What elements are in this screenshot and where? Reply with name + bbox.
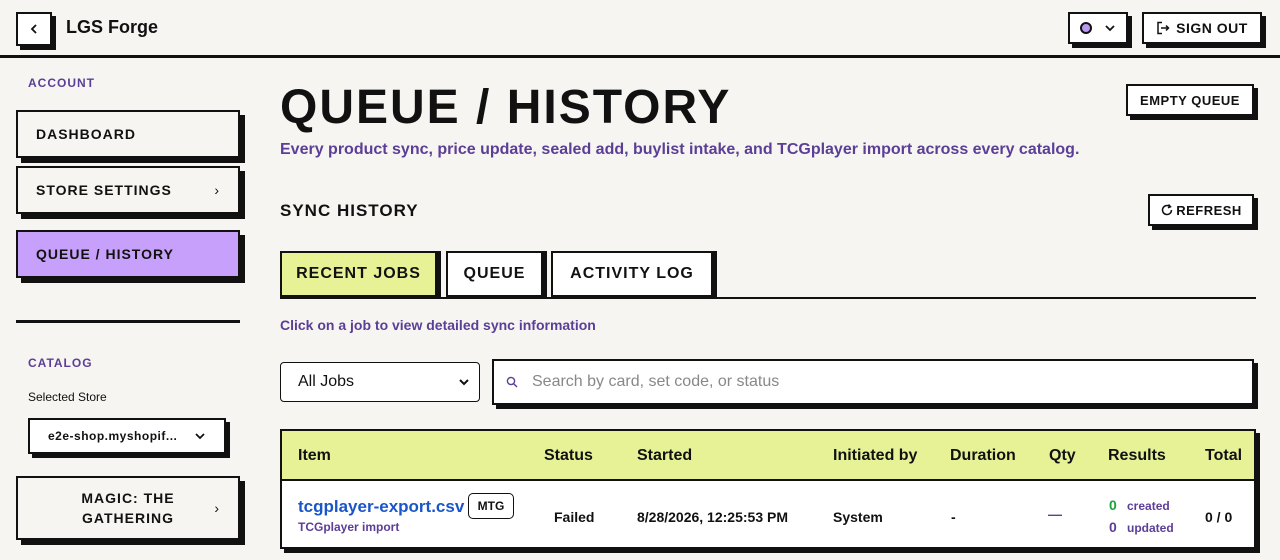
chevron-down-icon — [459, 379, 469, 386]
job-qty: — — [1048, 506, 1062, 522]
page-subtitle: Every product sync, price update, sealed… — [280, 141, 1080, 158]
job-type-label: TCGplayer import — [298, 520, 400, 534]
empty-queue-button[interactable]: EMPTY QUEUE — [1126, 84, 1254, 116]
chevron-right-icon: › — [214, 182, 220, 198]
column-header-total: Total — [1205, 447, 1243, 464]
job-status: Failed — [554, 509, 595, 525]
created-label: created — [1127, 499, 1170, 513]
catalog-item-label: MAGIC: THE GATHERING — [81, 490, 175, 526]
sign-out-label: SIGN OUT — [1176, 20, 1248, 36]
refresh-label: REFRESH — [1176, 202, 1242, 218]
table-row[interactable]: tcgplayer-export.csv MTG TCGplayer impor… — [282, 483, 1254, 547]
hint-text: Click on a job to view detailed sync inf… — [280, 317, 596, 333]
sidebar-divider — [16, 320, 240, 323]
jobs-table: Item Status Started Initiated by Duratio… — [280, 429, 1256, 549]
theme-toggle-button[interactable] — [1068, 12, 1128, 44]
chevron-down-icon — [1105, 25, 1115, 32]
tab-queue[interactable]: QUEUE — [446, 251, 543, 297]
sidebar-item-store-settings[interactable]: STORE SETTINGS › — [16, 166, 240, 214]
column-header-status: Status — [544, 447, 593, 464]
column-header-duration: Duration — [950, 447, 1016, 464]
account-section-label: ACCOUNT — [28, 76, 95, 90]
chevron-right-icon: › — [214, 500, 220, 516]
sidebar-item-dashboard[interactable]: DASHBOARD — [16, 110, 240, 158]
refresh-icon — [1161, 203, 1173, 216]
job-filter-value: All Jobs — [298, 373, 355, 390]
page-title: QUEUE / HISTORY — [280, 81, 732, 134]
tab-label: QUEUE — [463, 265, 526, 282]
job-total: 0 / 0 — [1205, 509, 1233, 525]
job-filter-select[interactable]: All Jobs — [280, 362, 480, 402]
tab-underline — [280, 297, 1256, 299]
job-started: 8/28/2026, 12:25:53 PM — [637, 509, 788, 525]
back-button[interactable] — [16, 12, 52, 46]
sign-out-button[interactable]: SIGN OUT — [1142, 12, 1262, 44]
sidebar-item-label: DASHBOARD — [36, 126, 136, 142]
catalog-badge: MTG — [468, 493, 514, 519]
chevron-down-icon — [195, 433, 205, 440]
sidebar-item-label: STORE SETTINGS — [36, 182, 172, 198]
store-select[interactable]: e2e-shop.myshopif... — [28, 418, 226, 454]
created-count: 0 — [1109, 497, 1117, 513]
tab-recent-jobs[interactable]: RECENT JOBS — [280, 251, 437, 297]
catalog-item-magic[interactable]: MAGIC: THE GATHERING › — [16, 476, 240, 540]
tab-activity-log[interactable]: ACTIVITY LOG — [551, 251, 713, 297]
refresh-button[interactable]: REFRESH — [1148, 194, 1254, 226]
column-header-qty: Qty — [1049, 447, 1076, 464]
catalog-section-label: CATALOG — [28, 356, 93, 370]
table-header: Item Status Started Initiated by Duratio… — [282, 431, 1254, 481]
selected-store-label: Selected Store — [28, 390, 107, 404]
theme-dot-icon — [1080, 22, 1092, 34]
updated-count: 0 — [1109, 519, 1117, 535]
job-duration: - — [951, 509, 956, 525]
top-bar: LGS Forge SIGN OUT — [0, 0, 1280, 58]
app-title: LGS Forge — [66, 17, 159, 37]
chevron-left-icon — [30, 24, 37, 34]
job-initiated-by: System — [833, 509, 883, 525]
search-icon — [506, 376, 518, 388]
updated-label: updated — [1127, 521, 1174, 535]
tab-label: ACTIVITY LOG — [570, 265, 694, 282]
column-header-results: Results — [1108, 447, 1166, 464]
column-header-started: Started — [637, 447, 693, 464]
store-select-value: e2e-shop.myshopif... — [48, 429, 178, 443]
tab-label: RECENT JOBS — [296, 265, 421, 282]
sidebar-item-queue-history[interactable]: QUEUE / HISTORY — [16, 230, 240, 278]
search-input[interactable] — [532, 373, 1212, 391]
sidebar-item-label: QUEUE / HISTORY — [36, 246, 174, 262]
column-header-initiated-by: Initiated by — [833, 447, 918, 464]
column-header-item: Item — [298, 447, 331, 464]
search-box[interactable] — [492, 359, 1254, 405]
sign-out-icon — [1157, 21, 1170, 35]
section-title: SYNC HISTORY — [280, 201, 419, 220]
job-item-link[interactable]: tcgplayer-export.csv — [298, 497, 464, 517]
